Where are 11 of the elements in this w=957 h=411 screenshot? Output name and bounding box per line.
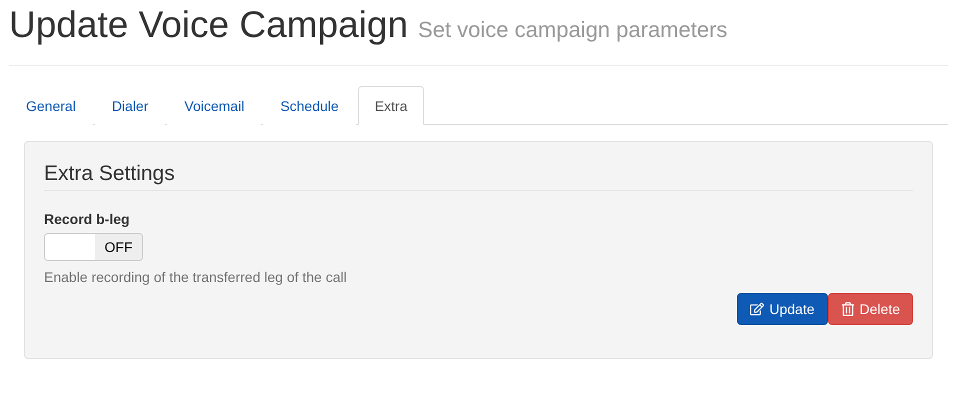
tab[interactable]: Extra (358, 86, 424, 125)
help-text: Enable recording of the transferred leg of the call (44, 269, 348, 285)
panel-title: Extra Settings (44, 162, 913, 191)
toggle-switch[interactable]: OFF (44, 233, 143, 261)
trash-icon (840, 302, 855, 316)
edit-icon (750, 302, 764, 316)
page-title: Update Voice Campaign (9, 4, 408, 46)
field-label: Record b-leg (44, 211, 131, 227)
update-button[interactable]: Update (737, 293, 828, 325)
delete-button[interactable]: Delete (828, 293, 913, 325)
page-subtitle: Set voice campaign parameters (418, 17, 728, 43)
